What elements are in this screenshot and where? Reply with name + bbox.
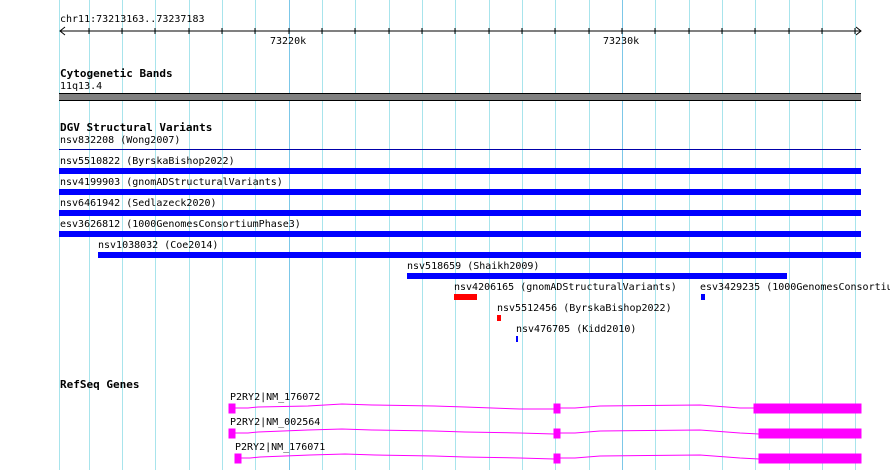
transcript-nm-002564	[228, 428, 862, 439]
intron	[235, 428, 555, 435]
refseq-genes[interactable]	[0, 0, 890, 470]
intron	[235, 403, 554, 410]
exon	[234, 453, 242, 464]
exon	[228, 428, 236, 439]
exon	[228, 403, 236, 414]
transcript-nm-176071	[234, 453, 862, 464]
intron	[241, 453, 555, 460]
intron	[560, 429, 760, 435]
intron	[560, 404, 754, 409]
exon	[553, 428, 561, 439]
exon	[553, 403, 561, 414]
exon	[753, 403, 862, 414]
exon	[553, 453, 561, 464]
exon	[758, 428, 862, 439]
transcript-nm-176072	[228, 403, 862, 414]
intron	[560, 454, 760, 460]
exon	[758, 453, 862, 464]
